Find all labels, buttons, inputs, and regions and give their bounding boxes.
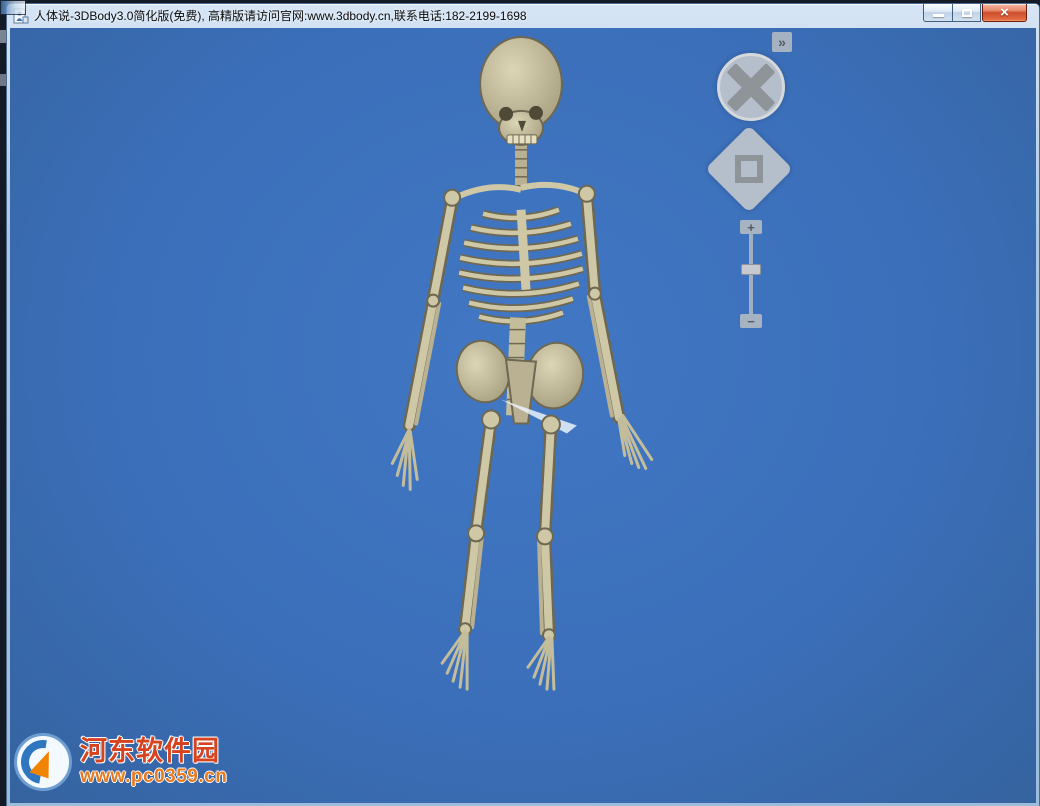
pan-center-icon [735, 155, 763, 183]
watermark-site-name: 河东软件园 [80, 737, 227, 765]
panel-expand-button[interactable]: » [772, 32, 792, 52]
zoom-out-button[interactable]: − [740, 314, 762, 328]
titlebar[interactable]: 人体说-3DBody3.0简化版(免费), 高精版请访问官网:www.3dbod… [7, 4, 1039, 27]
watermark-logo-icon [14, 733, 72, 791]
close-button[interactable]: × [982, 4, 1027, 22]
rotate-control[interactable] [717, 53, 785, 121]
maximize-button[interactable] [952, 4, 981, 22]
maximize-icon [962, 9, 972, 17]
close-icon: × [1000, 5, 1009, 20]
pan-control[interactable] [707, 127, 791, 211]
skeleton-model[interactable] [10, 28, 1036, 803]
window-title: 人体说-3DBody3.0简化版(免费), 高精版请访问官网:www.3dbod… [34, 7, 527, 24]
watermark-site-url: www.pc0359.cn [80, 767, 227, 787]
window-controls: × [923, 4, 1027, 23]
minimize-button[interactable] [923, 4, 952, 22]
desktop-artifact-icon [0, 0, 26, 15]
viewport-3d[interactable]: » + − 河东软件园 www.pc0359.cn [10, 28, 1036, 803]
zoom-in-button[interactable]: + [740, 220, 762, 234]
zoom-slider-handle[interactable] [741, 264, 761, 275]
minimize-icon [933, 14, 944, 17]
watermark: 河东软件园 www.pc0359.cn [14, 733, 227, 791]
app-window: 人体说-3DBody3.0简化版(免费), 高精版请访问官网:www.3dbod… [6, 3, 1040, 806]
